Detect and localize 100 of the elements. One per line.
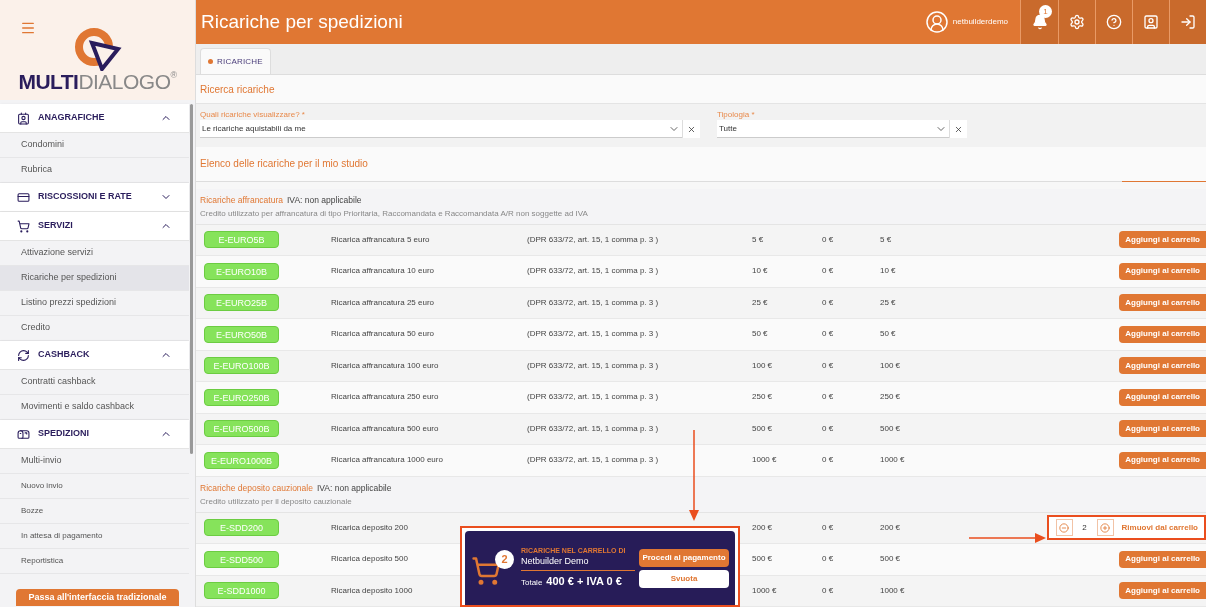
tax-note: (DPR 633/72, art. 15, 1 comma p. 3 ) [527, 234, 659, 244]
scrollbar[interactable] [190, 104, 193, 454]
product-code-badge: E-EURO500B [204, 420, 279, 438]
select-field[interactable]: Tutte [717, 120, 949, 139]
contacts-icon[interactable] [1132, 0, 1169, 45]
decrease-button[interactable] [1055, 519, 1073, 537]
vat-cell-text: 0 € [822, 521, 835, 534]
tab[interactable]: RICARICHE [200, 48, 271, 75]
tax-note: (DPR 633/72, art. 15, 1 comma p. 3 ) [527, 329, 659, 339]
group-title: Ricariche deposito cauzionale [200, 482, 313, 495]
section-icon [17, 427, 30, 441]
product-name: Ricarica affrancatura 10 euro [331, 266, 435, 276]
price-cell-text: 1000 € [752, 454, 778, 467]
total-cell-text: 100 € [880, 359, 902, 372]
menu-icon[interactable] [20, 20, 36, 36]
price-cell-text: 25 € [752, 296, 769, 309]
section-header[interactable]: SERVIZI [0, 212, 189, 241]
total-cell-text: 200 € [880, 521, 902, 534]
section-header[interactable]: ANAGRAFICHE [0, 104, 189, 133]
clear-icon[interactable] [682, 120, 700, 139]
total-cell-text: 50 € [880, 328, 897, 341]
product-code-badge: E-SDD200 [204, 519, 279, 537]
section-icon [17, 190, 30, 204]
section-title: Elenco delle ricariche per il mio studio [200, 157, 368, 172]
page-title: Ricariche per spedizioni [200, 9, 404, 34]
total-cell-text: 500 € [880, 553, 902, 566]
field-label: Quali ricariche visualizzare? * [200, 110, 306, 120]
vat-cell-text: 0 € [822, 391, 835, 404]
product-code-badge: E-EURO100B [204, 357, 279, 375]
section-header[interactable]: CASHBACK [0, 341, 189, 370]
total-cell-text: 5 € [880, 233, 893, 246]
product-name: Ricarica affrancatura 5 euro [331, 234, 430, 244]
cart-icon [471, 556, 501, 586]
total-cell-text: 1000 € [880, 584, 906, 597]
vat-cell-text: 0 € [822, 422, 835, 435]
tax-note: (DPR 633/72, art. 15, 1 comma p. 3 ) [527, 455, 659, 465]
vat-cell-text: 0 € [822, 359, 835, 372]
tax-note: (DPR 633/72, art. 15, 1 comma p. 3 ) [527, 297, 659, 307]
product-code-badge: E-SDD1000 [204, 582, 279, 600]
quantity-value[interactable]: 2 [1076, 521, 1093, 534]
group-description: Credito utilizzato per il deposito cauzionale [200, 496, 353, 506]
product-code-badge: E-SDD500 [204, 550, 279, 568]
group-description: Credito utilizzato per affrancatura di tipo Prioritaria, Raccomandata e Raccomandata A/R non soggette ad IVA [200, 208, 589, 218]
vat-cell-text: 0 € [822, 584, 835, 597]
price-cell-text: 500 € [752, 422, 774, 435]
logo-text: MULTIDIALOGO® [18, 71, 177, 92]
vat-cell-text: 0 € [822, 328, 835, 341]
total-label: Totale [521, 577, 543, 589]
total-cell-text: 500 € [880, 422, 902, 435]
product-name: Ricarica deposito 1000 [331, 585, 413, 595]
product-code-badge: E-EURO50B [204, 325, 279, 343]
tax-note: (DPR 633/72, art. 15, 1 comma p. 3 ) [527, 392, 659, 402]
product-code-badge: E-EURO10B [204, 262, 279, 280]
price-cell-text: 5 € [752, 233, 765, 246]
avatar-icon[interactable] [924, 10, 949, 35]
clear-icon[interactable] [949, 120, 967, 139]
price-cell-text: 50 € [752, 328, 769, 341]
tax-note: (DPR 633/72, art. 15, 1 comma p. 3 ) [527, 360, 659, 370]
vat-cell-text: 0 € [822, 296, 835, 309]
price-cell-text: 100 € [752, 359, 774, 372]
help-icon[interactable] [1095, 0, 1132, 45]
tax-note: (DPR 633/72, art. 15, 1 comma p. 3 ) [527, 423, 659, 433]
increase-button[interactable] [1096, 519, 1114, 537]
price-cell-text: 10 € [752, 265, 769, 278]
field-label: Tipologia * [717, 110, 756, 120]
product-name: Ricarica affrancatura 1000 euro [331, 455, 443, 465]
product-name: Ricarica affrancatura 500 euro [331, 423, 439, 433]
section-header[interactable]: SPEDIZIONI [0, 420, 189, 449]
product-code-badge: E-EURO250B [204, 388, 279, 406]
total-cell-text: 250 € [880, 391, 902, 404]
cart-owner: Netbuilder Demo [521, 554, 635, 571]
product-code-badge: E-EURO25B [204, 294, 279, 312]
product-code-badge: E-EURO1000B [204, 451, 279, 469]
bell-icon [1031, 14, 1048, 31]
sidebar-item[interactable]: Ricariche per spedizioni [0, 266, 189, 291]
vat-info: IVA: non applicabile [287, 194, 362, 207]
section-icon [17, 111, 30, 125]
total-cell-text: 10 € [880, 265, 897, 278]
price-cell-text: 1000 € [752, 584, 778, 597]
total-cell-text: 1000 € [880, 454, 906, 467]
vat-cell-text: 0 € [822, 553, 835, 566]
cart-total: 400 € + IVA 0 € [546, 574, 622, 589]
notification-badge: 1 [1039, 5, 1052, 18]
vat-info: IVA: non applicabile [316, 482, 392, 495]
product-name: Ricarica affrancatura 50 euro [331, 329, 435, 339]
price-cell-text: 250 € [752, 391, 774, 404]
price-cell-text: 200 € [752, 521, 774, 534]
tax-note: (DPR 633/72, art. 15, 1 comma p. 3 ) [527, 266, 659, 276]
product-name: Ricarica deposito 500 [331, 554, 408, 564]
price-cell-text: 500 € [752, 553, 774, 566]
product-code-badge: E-EURO5B [204, 231, 279, 249]
logout-icon[interactable] [1169, 0, 1206, 45]
section-header[interactable]: RISCOSSIONI E RATE [0, 183, 189, 212]
vat-cell-text: 0 € [822, 265, 835, 278]
select-field[interactable]: Le ricariche aquistabili da me [200, 120, 682, 139]
vat-cell-text: 0 € [822, 233, 835, 246]
total-cell-text: 25 € [880, 296, 897, 309]
product-name: Ricarica affrancatura 100 euro [331, 360, 439, 370]
product-name: Ricarica affrancatura 250 euro [331, 392, 439, 402]
settings-icon[interactable] [1058, 0, 1095, 45]
